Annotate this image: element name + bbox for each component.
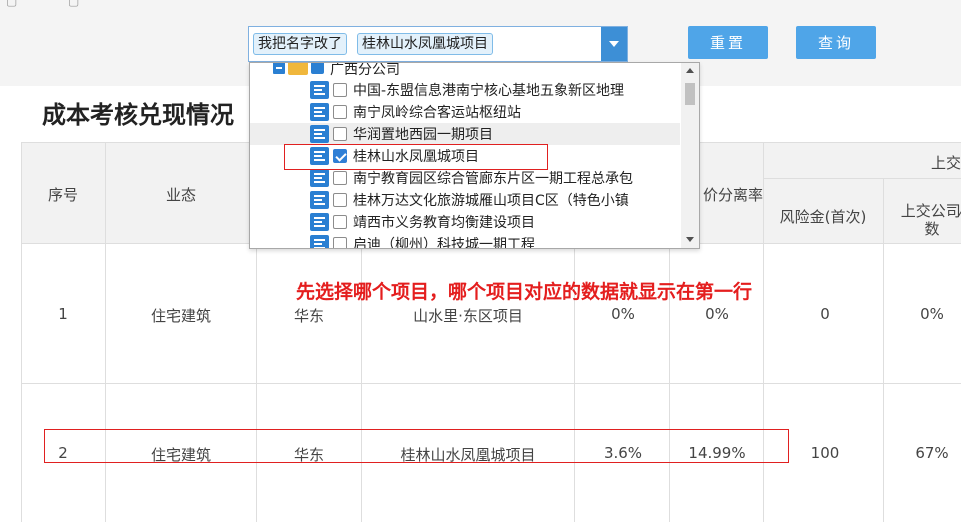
tree-parent-label: 广西分公司 bbox=[330, 62, 400, 78]
row1-seq: 1 bbox=[58, 305, 68, 323]
scroll-up-icon[interactable] bbox=[686, 68, 694, 73]
row2-ratio: 67% bbox=[915, 444, 949, 462]
tree-item-label: 南宁凤岭综合客运站枢纽站 bbox=[353, 105, 521, 121]
node-list-icon bbox=[310, 191, 329, 209]
tree-item[interactable]: 南宁凤岭综合客运站枢纽站 bbox=[250, 101, 680, 123]
checkbox-icon[interactable] bbox=[333, 171, 347, 185]
tree-item[interactable]: 中国-东盟信息港南宁核心基地五象新区地理 bbox=[250, 79, 680, 101]
tree-item-label: 桂林万达文化旅游城雁山项目C区（特色小镇 bbox=[353, 193, 629, 209]
node-list-icon bbox=[310, 213, 329, 231]
row1-region: 华东 bbox=[293, 307, 325, 325]
tree-item[interactable]: 靖西市义务教育均衡建设项目 bbox=[250, 211, 680, 233]
row1-type: 住宅建筑 bbox=[150, 307, 212, 325]
tree-item-label: 启迪（柳州）科技城一期工程 bbox=[353, 237, 535, 249]
checkbox-icon[interactable] bbox=[333, 105, 347, 119]
node-list-icon bbox=[310, 125, 329, 143]
menu-icon[interactable]: ▢ bbox=[6, 0, 17, 8]
instruction-annotation: 先选择哪个项目，哪个项目对应的数据就显示在第一行 bbox=[296, 281, 753, 303]
header-group: 上交 bbox=[930, 154, 961, 172]
reset-button[interactable]: 重置 bbox=[688, 26, 768, 59]
header-type: 业态 bbox=[165, 186, 197, 204]
dropdown-scrollbar[interactable] bbox=[681, 63, 699, 248]
tree-item[interactable]: 启迪（柳州）科技城一期工程 bbox=[250, 233, 680, 249]
scroll-down-icon[interactable] bbox=[686, 237, 694, 242]
row1-rate-a: 0% bbox=[611, 305, 635, 323]
tree-item-label: 南宁教育园区综合管廊东片区一期工程总承包 bbox=[353, 171, 633, 187]
project-select[interactable]: 我把名字改了 桂林山水凤凰城项目 bbox=[248, 26, 628, 62]
selected-tag-1[interactable]: 我把名字改了 bbox=[253, 33, 347, 55]
tree-parent-node[interactable]: 广西分公司 bbox=[250, 62, 680, 79]
node-list-icon bbox=[310, 103, 329, 121]
tree-item-label: 中国-东盟信息港南宁核心基地五象新区地理 bbox=[353, 83, 625, 99]
tree-item-label: 华润置地西园一期项目 bbox=[353, 127, 493, 143]
tree-item[interactable]: 华润置地西园一期项目 bbox=[250, 123, 680, 145]
row1-risk: 0 bbox=[820, 305, 830, 323]
checkbox-partial-icon[interactable] bbox=[311, 63, 324, 74]
row2-risk: 100 bbox=[810, 444, 840, 462]
copy-icon[interactable]: ▢ bbox=[68, 0, 79, 8]
scroll-thumb[interactable] bbox=[685, 83, 695, 105]
tree-item-label: 靖西市义务教育均衡建设项目 bbox=[353, 215, 535, 231]
checkbox-icon[interactable] bbox=[333, 127, 347, 141]
node-list-icon bbox=[310, 169, 329, 187]
checkbox-icon[interactable] bbox=[333, 193, 347, 207]
selected-tag-2[interactable]: 桂林山水凤凰城项目 bbox=[357, 33, 493, 55]
header-count: 数 bbox=[924, 220, 940, 238]
header-risk-first: 风险金(首次) bbox=[779, 208, 867, 226]
folder-icon bbox=[288, 63, 308, 75]
node-list-icon bbox=[310, 81, 329, 99]
tree-item[interactable]: 桂林万达文化旅游城雁山项目C区（特色小镇 bbox=[250, 189, 680, 211]
highlight-row-box bbox=[44, 429, 789, 463]
checkbox-icon[interactable] bbox=[333, 237, 347, 248]
checkbox-icon[interactable] bbox=[333, 215, 347, 229]
tree-item[interactable]: 南宁教育园区综合管廊东片区一期工程总承包 bbox=[250, 167, 680, 189]
row1-project: 山水里·东区项目 bbox=[413, 307, 523, 325]
minus-square-icon[interactable] bbox=[273, 63, 285, 74]
page-title: 成本考核兑现情况 bbox=[42, 101, 234, 129]
header-seq: 序号 bbox=[47, 186, 79, 204]
highlight-selected-item-box bbox=[284, 144, 548, 170]
query-button[interactable]: 查询 bbox=[796, 26, 876, 59]
checkbox-icon[interactable] bbox=[333, 83, 347, 97]
header-rate: 价分离率 bbox=[702, 186, 764, 204]
node-list-icon bbox=[310, 235, 329, 248]
row1-ratio: 0% bbox=[920, 305, 944, 323]
chevron-down-icon[interactable] bbox=[601, 27, 627, 61]
row1-rate-b: 0% bbox=[705, 305, 729, 323]
